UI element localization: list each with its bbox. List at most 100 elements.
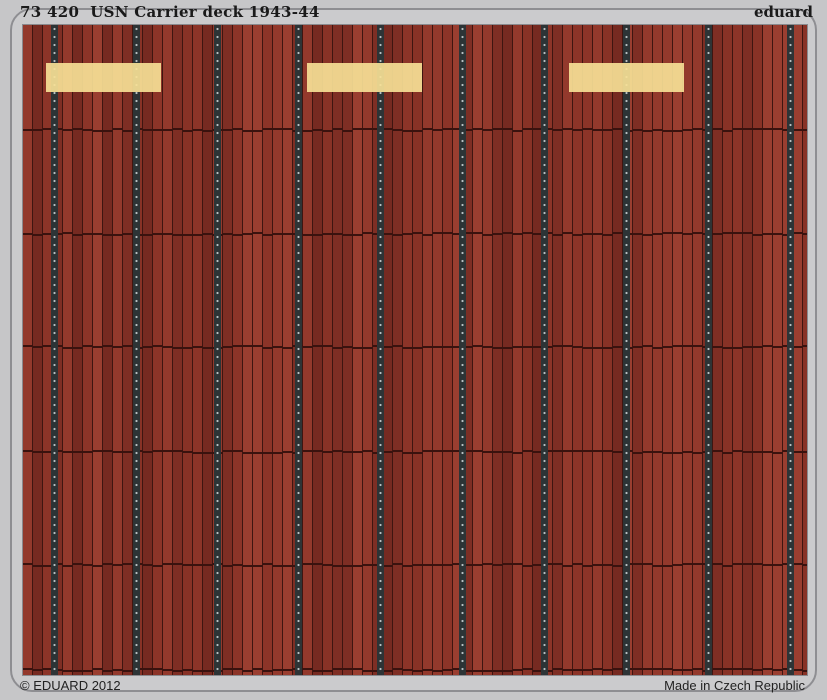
deck-plank (23, 25, 33, 675)
deck-plank (803, 25, 807, 675)
plank-joint (403, 669, 413, 671)
plank-joint (773, 452, 783, 454)
plank-joint (123, 130, 133, 132)
plank-joint (113, 234, 123, 236)
plank-joint (23, 668, 33, 670)
plank-joint (503, 670, 513, 672)
plank-joint (573, 669, 583, 671)
plank-joint (733, 347, 743, 349)
plank-joint (793, 346, 803, 348)
plank-joint (513, 669, 523, 671)
deck-plank (583, 25, 593, 675)
plank-joint (163, 450, 173, 452)
plank-joint (563, 232, 573, 234)
plank-joint (253, 232, 263, 234)
plank-joint (773, 128, 783, 130)
deck-plank (163, 25, 173, 675)
plank-joint (753, 128, 763, 130)
plank-joint (33, 565, 43, 567)
plank-joint (93, 450, 103, 452)
plank-joint (303, 668, 313, 670)
plank-joint (413, 347, 423, 349)
plank-joint (603, 669, 613, 671)
plank-joint (513, 452, 523, 454)
plank-joint (663, 346, 673, 348)
plank-joint (803, 670, 807, 672)
plank-joint (63, 129, 73, 131)
plank-joint (253, 130, 263, 132)
deck-plank (183, 25, 193, 675)
plank-joint (403, 452, 413, 454)
plank-joint (483, 346, 493, 348)
plank-joint (573, 234, 583, 236)
plank-joint (103, 130, 113, 132)
plank-joint (683, 233, 693, 235)
plank-joint (33, 129, 43, 131)
plank-joint (343, 234, 353, 236)
plank-joint (273, 128, 283, 130)
plank-joint (223, 233, 233, 235)
plank-joint (323, 564, 333, 566)
plank-joint (83, 345, 93, 347)
deck-plank (683, 25, 693, 675)
deck-plank (383, 25, 393, 675)
plank-joint (713, 346, 723, 348)
plank-joint (153, 668, 163, 670)
plank-joint (593, 564, 603, 566)
plank-joint (473, 670, 483, 672)
plank-joint (393, 668, 403, 670)
plank-joint (193, 564, 203, 566)
plank-joint (203, 130, 213, 132)
plank-joint (253, 565, 263, 567)
plank-joint (683, 451, 693, 453)
plank-joint (753, 451, 763, 453)
plank-joint (193, 346, 203, 348)
plank-joint (23, 233, 33, 235)
plank-joint (153, 233, 163, 235)
plank-joint (553, 345, 563, 347)
plank-joint (693, 345, 703, 347)
deck-plank (553, 25, 563, 675)
plank-joint (513, 233, 523, 235)
plank-joint (663, 668, 673, 670)
plank-joint (193, 234, 203, 236)
plank-joint (83, 564, 93, 566)
plank-joint (583, 233, 593, 235)
plank-joint (563, 565, 573, 567)
plank-joint (433, 564, 443, 566)
plank-joint (33, 234, 43, 236)
plank-joint (673, 232, 683, 234)
plank-joint (523, 128, 533, 130)
plank-joint (243, 233, 253, 235)
plank-joint (553, 563, 563, 565)
plank-joint (483, 563, 493, 565)
deck-plank (143, 25, 153, 675)
plank-joint (693, 128, 703, 130)
plank-joint (93, 130, 103, 132)
plank-joint (633, 563, 643, 565)
plank-joint (493, 233, 503, 235)
deck-plank (83, 25, 93, 675)
plank-joint (603, 450, 613, 452)
plank-joint (323, 670, 333, 672)
plank-joint (673, 345, 683, 347)
plank-joint (173, 128, 183, 130)
plank-joint (633, 452, 643, 454)
plank-joint (383, 451, 393, 453)
plank-joint (173, 450, 183, 452)
deck-plank (733, 25, 743, 675)
plank-joint (563, 669, 573, 671)
plank-joint (693, 668, 703, 670)
plank-joint (353, 451, 363, 453)
plank-joint (123, 451, 133, 453)
plank-joint (723, 668, 733, 670)
plank-joint (743, 232, 753, 234)
plank-joint (633, 346, 643, 348)
plank-joint (323, 130, 333, 132)
plank-joint (733, 232, 743, 234)
plank-joint (653, 451, 663, 453)
plank-joint (103, 345, 113, 347)
deck-plank (773, 25, 783, 675)
plank-joint (763, 345, 773, 347)
plank-joint (343, 451, 353, 453)
